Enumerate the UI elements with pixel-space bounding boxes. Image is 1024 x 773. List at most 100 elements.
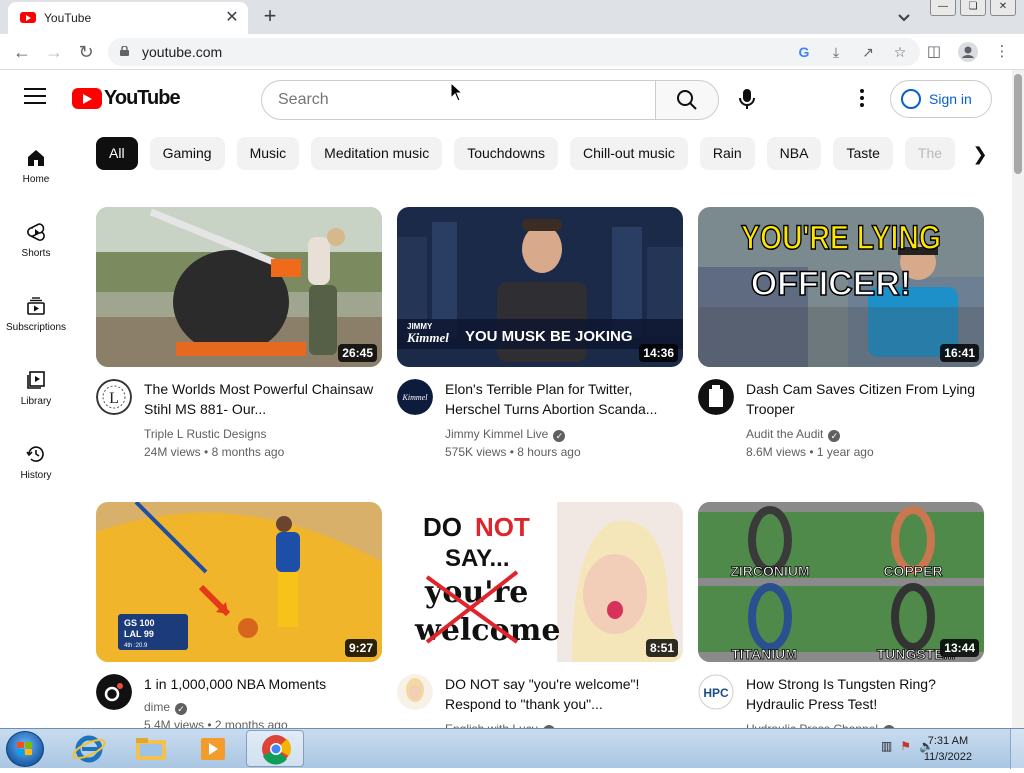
tab-close-button[interactable]: ✕: [222, 8, 242, 28]
kimmel-thumbnail-image: JIMMY Kimmel YOU MUSK BE JOKING: [397, 207, 683, 367]
subscriptions-icon: [27, 297, 45, 315]
restore-button[interactable]: ❏: [960, 0, 986, 16]
start-button[interactable]: [6, 731, 44, 767]
scrollbar-thumb[interactable]: [1014, 74, 1022, 174]
video-duration: 9:27: [344, 639, 377, 657]
channel-name[interactable]: Audit the Audit: [746, 427, 823, 441]
lock-icon[interactable]: [120, 46, 129, 56]
chip-nba[interactable]: NBA: [766, 137, 822, 170]
video-title[interactable]: Elon's Terrible Plan for Twitter, Hersch…: [445, 379, 679, 419]
folder-icon: [136, 738, 166, 760]
video-thumbnail[interactable]: JIMMY Kimmel YOU MUSK BE JOKING 14:36: [397, 207, 683, 367]
channel-avatar[interactable]: Kimmel: [397, 379, 433, 415]
guide-label: Library: [20, 396, 52, 407]
channel-name-row: Jimmy Kimmel Live ✓: [445, 427, 566, 442]
chip-music[interactable]: Music: [236, 137, 300, 170]
video-thumbnail[interactable]: GS 100 LAL 99 4th :20.9 9:27: [96, 502, 382, 662]
taskbar-file-explorer[interactable]: [122, 730, 180, 767]
guide-menu-icon[interactable]: [24, 88, 46, 108]
score-line-2: LAL 99: [124, 629, 154, 639]
browser-tab-youtube[interactable]: YouTube ✕: [8, 2, 248, 34]
profile-avatar-icon[interactable]: [956, 40, 980, 64]
guide-item-shorts[interactable]: Shorts: [0, 200, 72, 274]
video-duration: 16:41: [940, 344, 979, 362]
action-center-flag-icon[interactable]: ⚑: [900, 739, 911, 753]
library-icon: [27, 371, 45, 389]
channel-name[interactable]: dime: [144, 700, 170, 714]
hydraulic-press-thumbnail-image: ZIRCONIUM COPPER TITANIUM TUNGSTE...: [698, 502, 984, 662]
taskbar-internet-explorer[interactable]: [60, 730, 118, 767]
chip-chill-out-music[interactable]: Chill-out music: [570, 137, 688, 170]
tab-search-chevron-icon[interactable]: [894, 7, 914, 27]
close-window-button[interactable]: ✕: [990, 0, 1016, 16]
chip-touchdowns[interactable]: Touchdowns: [454, 137, 559, 170]
share-icon[interactable]: ↗: [858, 42, 878, 62]
video-thumbnail[interactable]: ZIRCONIUM COPPER TITANIUM TUNGSTE... 13:…: [698, 502, 984, 662]
video-title[interactable]: 1 in 1,000,000 NBA Moments: [144, 674, 378, 694]
video-meta: 575K views • 8 hours ago: [445, 445, 581, 459]
url-text[interactable]: youtube.com: [142, 44, 222, 60]
channel-name[interactable]: Jimmy Kimmel Live: [445, 427, 548, 441]
guide-item-history[interactable]: History: [0, 422, 72, 496]
settings-kebab-icon[interactable]: [852, 88, 872, 108]
channel-avatar[interactable]: [397, 674, 433, 710]
chip-rain[interactable]: Rain: [699, 137, 755, 170]
back-arrow-icon[interactable]: ←: [10, 40, 34, 64]
thumbnail-word-not: NOT: [475, 512, 530, 542]
channel-avatar[interactable]: [698, 379, 734, 415]
page-scrollbar[interactable]: [1012, 70, 1024, 728]
bookmark-star-icon[interactable]: ☆: [890, 42, 910, 62]
guide-item-library[interactable]: Library: [0, 348, 72, 422]
video-title[interactable]: DO NOT say "you're welcome"! Respond to …: [445, 674, 679, 714]
side-panel-icon[interactable]: ◫: [922, 40, 946, 64]
video-thumbnail[interactable]: DO NOT SAY... you're welcome 8:51: [397, 502, 683, 662]
minimize-button[interactable]: —: [930, 0, 956, 16]
sign-in-button[interactable]: Sign in: [890, 80, 992, 118]
taskbar-chrome[interactable]: [246, 730, 304, 767]
chrome-menu-icon[interactable]: ⋮: [990, 40, 1014, 64]
video-meta: 24M views • 8 months ago: [144, 445, 285, 459]
reload-icon[interactable]: ↻: [74, 40, 98, 64]
video-title[interactable]: The Worlds Most Powerful Chainsaw Stihl …: [144, 379, 378, 419]
chip-meditation-music[interactable]: Meditation music: [311, 137, 443, 170]
install-app-icon[interactable]: ⤓: [826, 42, 846, 62]
network-icon[interactable]: ▥: [881, 739, 892, 753]
forward-arrow-icon[interactable]: →: [42, 40, 66, 64]
window-controls: — ❏ ✕: [930, 0, 1016, 16]
show-desktop-button[interactable]: [1010, 729, 1024, 769]
video-thumbnail[interactable]: YOU'RE LYING OFFICER! 16:41: [698, 207, 984, 367]
channel-avatar[interactable]: [96, 674, 132, 710]
guide-item-subscriptions[interactable]: Subscriptions: [0, 274, 72, 348]
thumbnail-word-do: DO: [423, 512, 462, 542]
video-thumbnail[interactable]: 26:45: [96, 207, 382, 367]
mouse-cursor-icon: [450, 82, 464, 102]
windows-logo-icon: [17, 742, 32, 755]
google-icon[interactable]: G: [794, 42, 814, 62]
search-button[interactable]: [655, 80, 719, 120]
upload-age: 8 months ago: [211, 445, 285, 459]
video-title[interactable]: How Strong Is Tungsten Ring? Hydraulic P…: [746, 674, 980, 714]
youtube-play-icon: [72, 87, 102, 109]
youtube-logo[interactable]: YouTube: [72, 87, 181, 109]
channel-avatar[interactable]: L: [96, 379, 132, 415]
address-bar[interactable]: youtube.com G ⤓ ↗ ☆: [108, 38, 920, 66]
chip-taste[interactable]: Taste: [833, 137, 893, 170]
chip-gaming[interactable]: Gaming: [149, 137, 225, 170]
chip-partial[interactable]: The: [904, 137, 956, 170]
thumbnail-text-line2: OFFICER!: [751, 265, 912, 303]
video-duration: 14:36: [639, 344, 678, 362]
chevron-right-icon[interactable]: ❯: [968, 142, 992, 166]
history-icon: [26, 446, 44, 462]
channel-avatar[interactable]: HPC: [698, 674, 734, 710]
guide-item-home[interactable]: Home: [0, 126, 72, 200]
taskbar-clock[interactable]: 7:31 AM 11/3/2022: [924, 733, 972, 765]
guide-label: Subscriptions: [5, 322, 67, 333]
thumbnail-text-line1: YOU'RE LYING: [741, 219, 941, 257]
taskbar-media-player[interactable]: [184, 730, 242, 767]
video-title[interactable]: Dash Cam Saves Citizen From Lying Troope…: [746, 379, 980, 419]
dashcam-thumbnail-image: YOU'RE LYING OFFICER!: [698, 207, 984, 367]
channel-name[interactable]: Triple L Rustic Designs: [144, 427, 266, 441]
chip-all[interactable]: All: [96, 137, 138, 170]
new-tab-button[interactable]: +: [258, 4, 282, 28]
microphone-icon[interactable]: [732, 84, 762, 114]
